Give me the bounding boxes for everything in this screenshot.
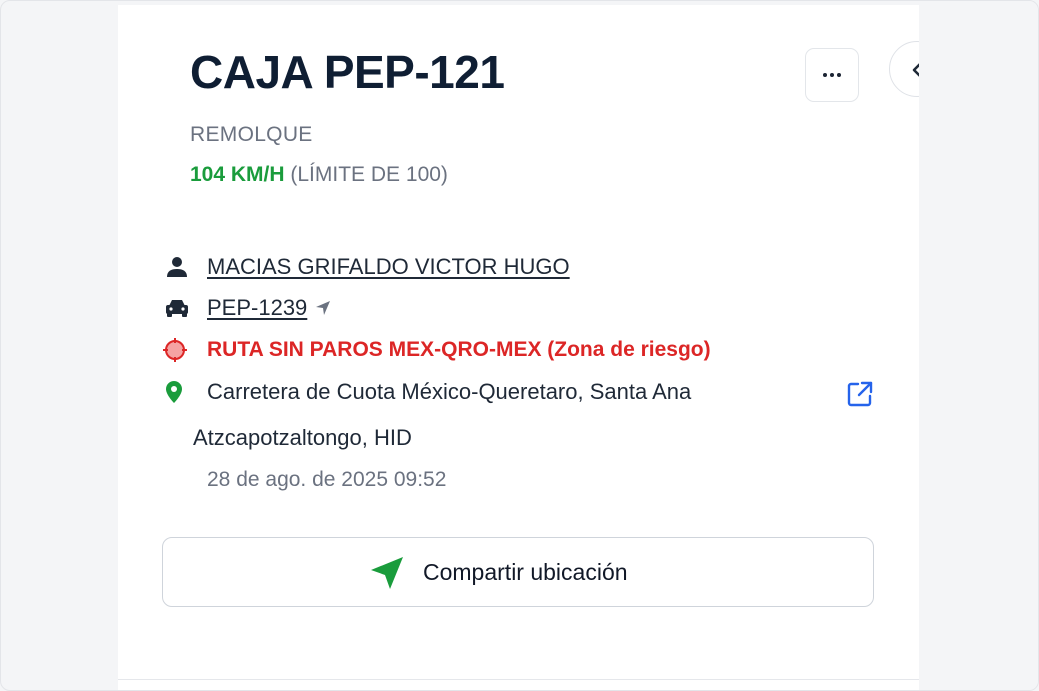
navigation-arrow-icon [371, 557, 403, 589]
map-area-edge [919, 1, 1038, 690]
share-location-button[interactable]: Compartir ubicación [162, 537, 874, 607]
vehicle-row: PEP-1239 [207, 295, 307, 321]
current-speed: 104 KM/H [190, 163, 285, 186]
more-options-button[interactable] [805, 48, 859, 102]
driver-link[interactable]: MACIAS GRIFALDO VICTOR HUGO [207, 254, 570, 279]
address-line-1: Carretera de Cuota México-Queretaro, San… [207, 379, 692, 404]
asset-type-label: REMOLQUE [190, 123, 313, 146]
address-line-2: Atzcapotzaltongo, HID [193, 425, 412, 450]
asset-title: CAJA PEP-121 [190, 46, 505, 98]
route-alert: RUTA SIN PAROS MEX-QRO-MEX (Zona de ries… [207, 338, 711, 361]
vehicle-link[interactable]: PEP-1239 [207, 295, 307, 320]
geofence-target-icon [163, 338, 187, 362]
speed-row: 104 KM/H (LÍMITE DE 100) [190, 163, 448, 187]
app-frame: CAJA PEP-121 REMOLQUE 104 KM/H (LÍMITE D… [0, 0, 1039, 691]
speed-limit: (LÍMITE DE 100) [290, 163, 448, 186]
share-location-label: Compartir ubicación [423, 559, 628, 585]
person-icon [167, 257, 187, 277]
driver-row: MACIAS GRIFALDO VICTOR HUGO [207, 254, 570, 280]
external-link-icon[interactable] [847, 381, 873, 407]
last-update-timestamp: 28 de ago. de 2025 09:52 [207, 468, 447, 491]
location-pin-icon [166, 381, 182, 403]
car-icon [166, 300, 188, 317]
more-horizontal-icon [823, 73, 841, 77]
panel-divider [118, 679, 919, 680]
navigation-small-icon [316, 301, 330, 315]
